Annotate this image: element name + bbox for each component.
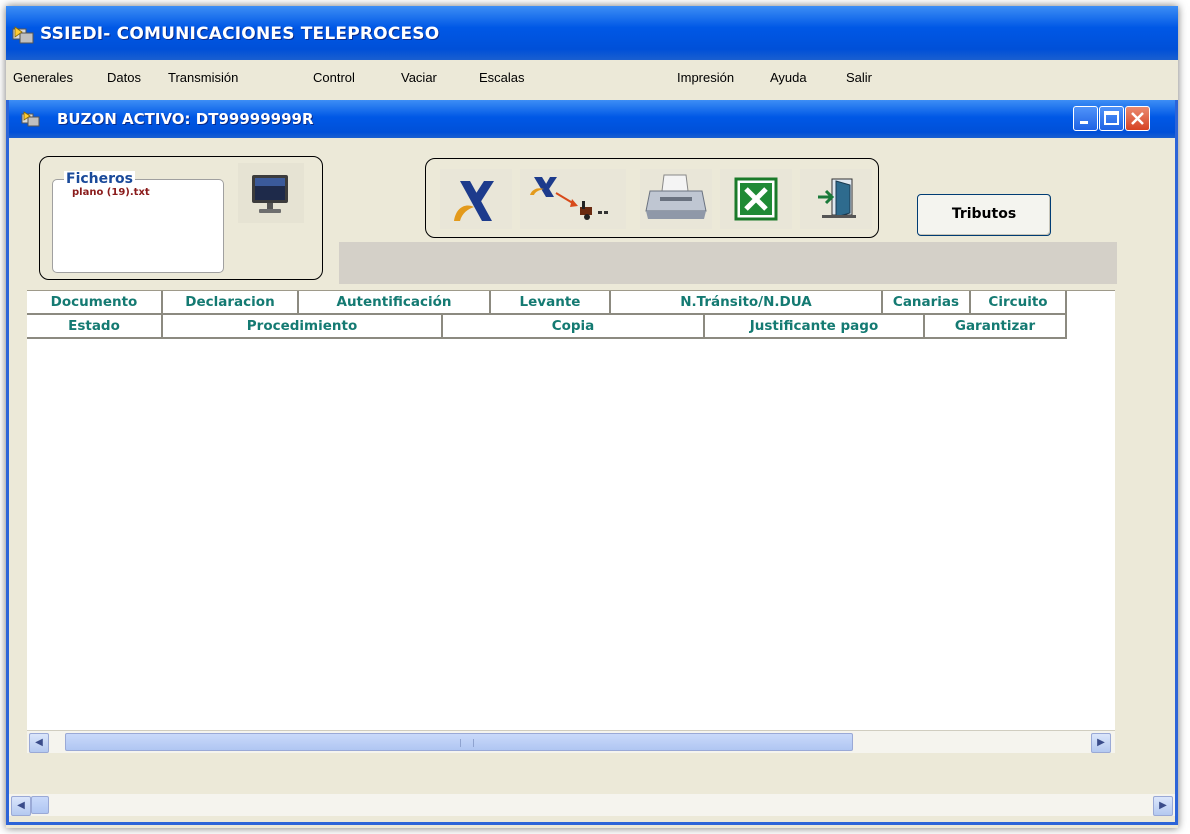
files-legend: Ficheros (64, 171, 135, 187)
transmit-button[interactable] (520, 169, 626, 229)
menu-control[interactable]: Control (313, 70, 355, 85)
app-titlebar[interactable]: SSIEDI- COMUNICACIONES TELEPROCESO (6, 6, 1178, 60)
menu-ayuda[interactable]: Ayuda (770, 70, 807, 85)
excel-icon (734, 177, 778, 221)
col-header-documento[interactable]: Documento (27, 291, 163, 315)
menu-transmision[interactable]: Transmisión (168, 70, 238, 85)
chevron-right-icon: ▶ (1159, 800, 1167, 811)
chevron-left-icon: ◀ (17, 800, 25, 811)
window-horizontal-scrollbar[interactable]: ◀ ▶ (9, 794, 1175, 816)
window-scroll-right-button[interactable]: ▶ (1153, 796, 1173, 816)
transmit-icon (530, 177, 608, 220)
application-window: SSIEDI- COMUNICACIONES TELEPROCESO Gener… (6, 6, 1178, 828)
buzon-window: BUZON ACTIVO: DT99999999R Ficheros plano… (6, 100, 1178, 825)
monitor-icon (252, 175, 288, 213)
menu-salir[interactable]: Salir (846, 70, 872, 85)
buzon-title: BUZON ACTIVO: DT99999999R (57, 110, 314, 128)
col-header-procedimiento[interactable]: Procedimiento (163, 315, 443, 339)
close-icon (1131, 112, 1144, 125)
scroll-right-button[interactable]: ▶ (1091, 733, 1111, 753)
tributos-button[interactable]: Tributos (917, 194, 1051, 236)
col-header-autentificacion[interactable]: Autentificación (299, 291, 491, 315)
col-header-garantizar[interactable]: Garantizar (925, 315, 1067, 339)
menu-escalas[interactable]: Escalas (479, 70, 525, 85)
exit-door-icon (818, 178, 856, 218)
minimize-button[interactable] (1073, 106, 1098, 131)
exit-button[interactable] (800, 169, 872, 229)
window-scroll-thumb[interactable] (31, 796, 49, 814)
col-header-levante[interactable]: Levante (491, 291, 611, 315)
menu-impresion[interactable]: Impresión (677, 70, 734, 85)
excel-button[interactable] (720, 169, 792, 229)
file-item[interactable]: plano (19).txt (72, 187, 150, 198)
monitor-button[interactable] (238, 163, 304, 223)
col-header-ntransito[interactable]: N.Tránsito/N.DUA (611, 291, 883, 315)
buzon-titlebar[interactable]: BUZON ACTIVO: DT99999999R (9, 100, 1175, 138)
app-title: SSIEDI- COMUNICACIONES TELEPROCESO (40, 24, 440, 44)
printer-icon (645, 174, 707, 219)
files-panel: Ficheros plano (19).txt (39, 156, 323, 280)
grid-horizontal-scrollbar[interactable]: ◀ ▶ (27, 730, 1115, 753)
data-grid[interactable]: Documento Declaracion Autentificación Le… (27, 290, 1115, 731)
print-button[interactable] (640, 169, 712, 229)
aeat-button[interactable] (440, 169, 512, 229)
aeat-logo-icon (454, 181, 494, 221)
toolbar-panel (425, 158, 879, 238)
scroll-left-button[interactable]: ◀ (29, 733, 49, 753)
buzon-logo-icon (21, 111, 40, 127)
col-header-copia[interactable]: Copia (443, 315, 705, 339)
menu-generales[interactable]: Generales (13, 70, 73, 85)
menu-datos[interactable]: Datos (107, 70, 141, 85)
col-header-justificante[interactable]: Justificante pago (705, 315, 925, 339)
col-header-circuito[interactable]: Circuito (971, 291, 1067, 315)
col-header-canarias[interactable]: Canarias (883, 291, 971, 315)
chevron-right-icon: ▶ (1097, 737, 1105, 748)
maximize-button[interactable] (1099, 106, 1124, 131)
minimize-icon (1080, 121, 1088, 124)
status-strip (339, 242, 1117, 284)
close-button[interactable] (1125, 106, 1150, 131)
app-logo-icon (12, 26, 34, 44)
window-scroll-left-button[interactable]: ◀ (11, 796, 31, 816)
col-header-estado[interactable]: Estado (27, 315, 163, 339)
chevron-left-icon: ◀ (35, 737, 43, 748)
maximize-icon (1104, 111, 1119, 125)
scroll-thumb[interactable] (65, 733, 853, 751)
col-header-declaracion[interactable]: Declaracion (163, 291, 299, 315)
scroll-grip-icon (460, 739, 474, 747)
menu-bar: Generales Datos Transmisión Control Vaci… (6, 60, 1178, 94)
menu-vaciar[interactable]: Vaciar (401, 70, 437, 85)
